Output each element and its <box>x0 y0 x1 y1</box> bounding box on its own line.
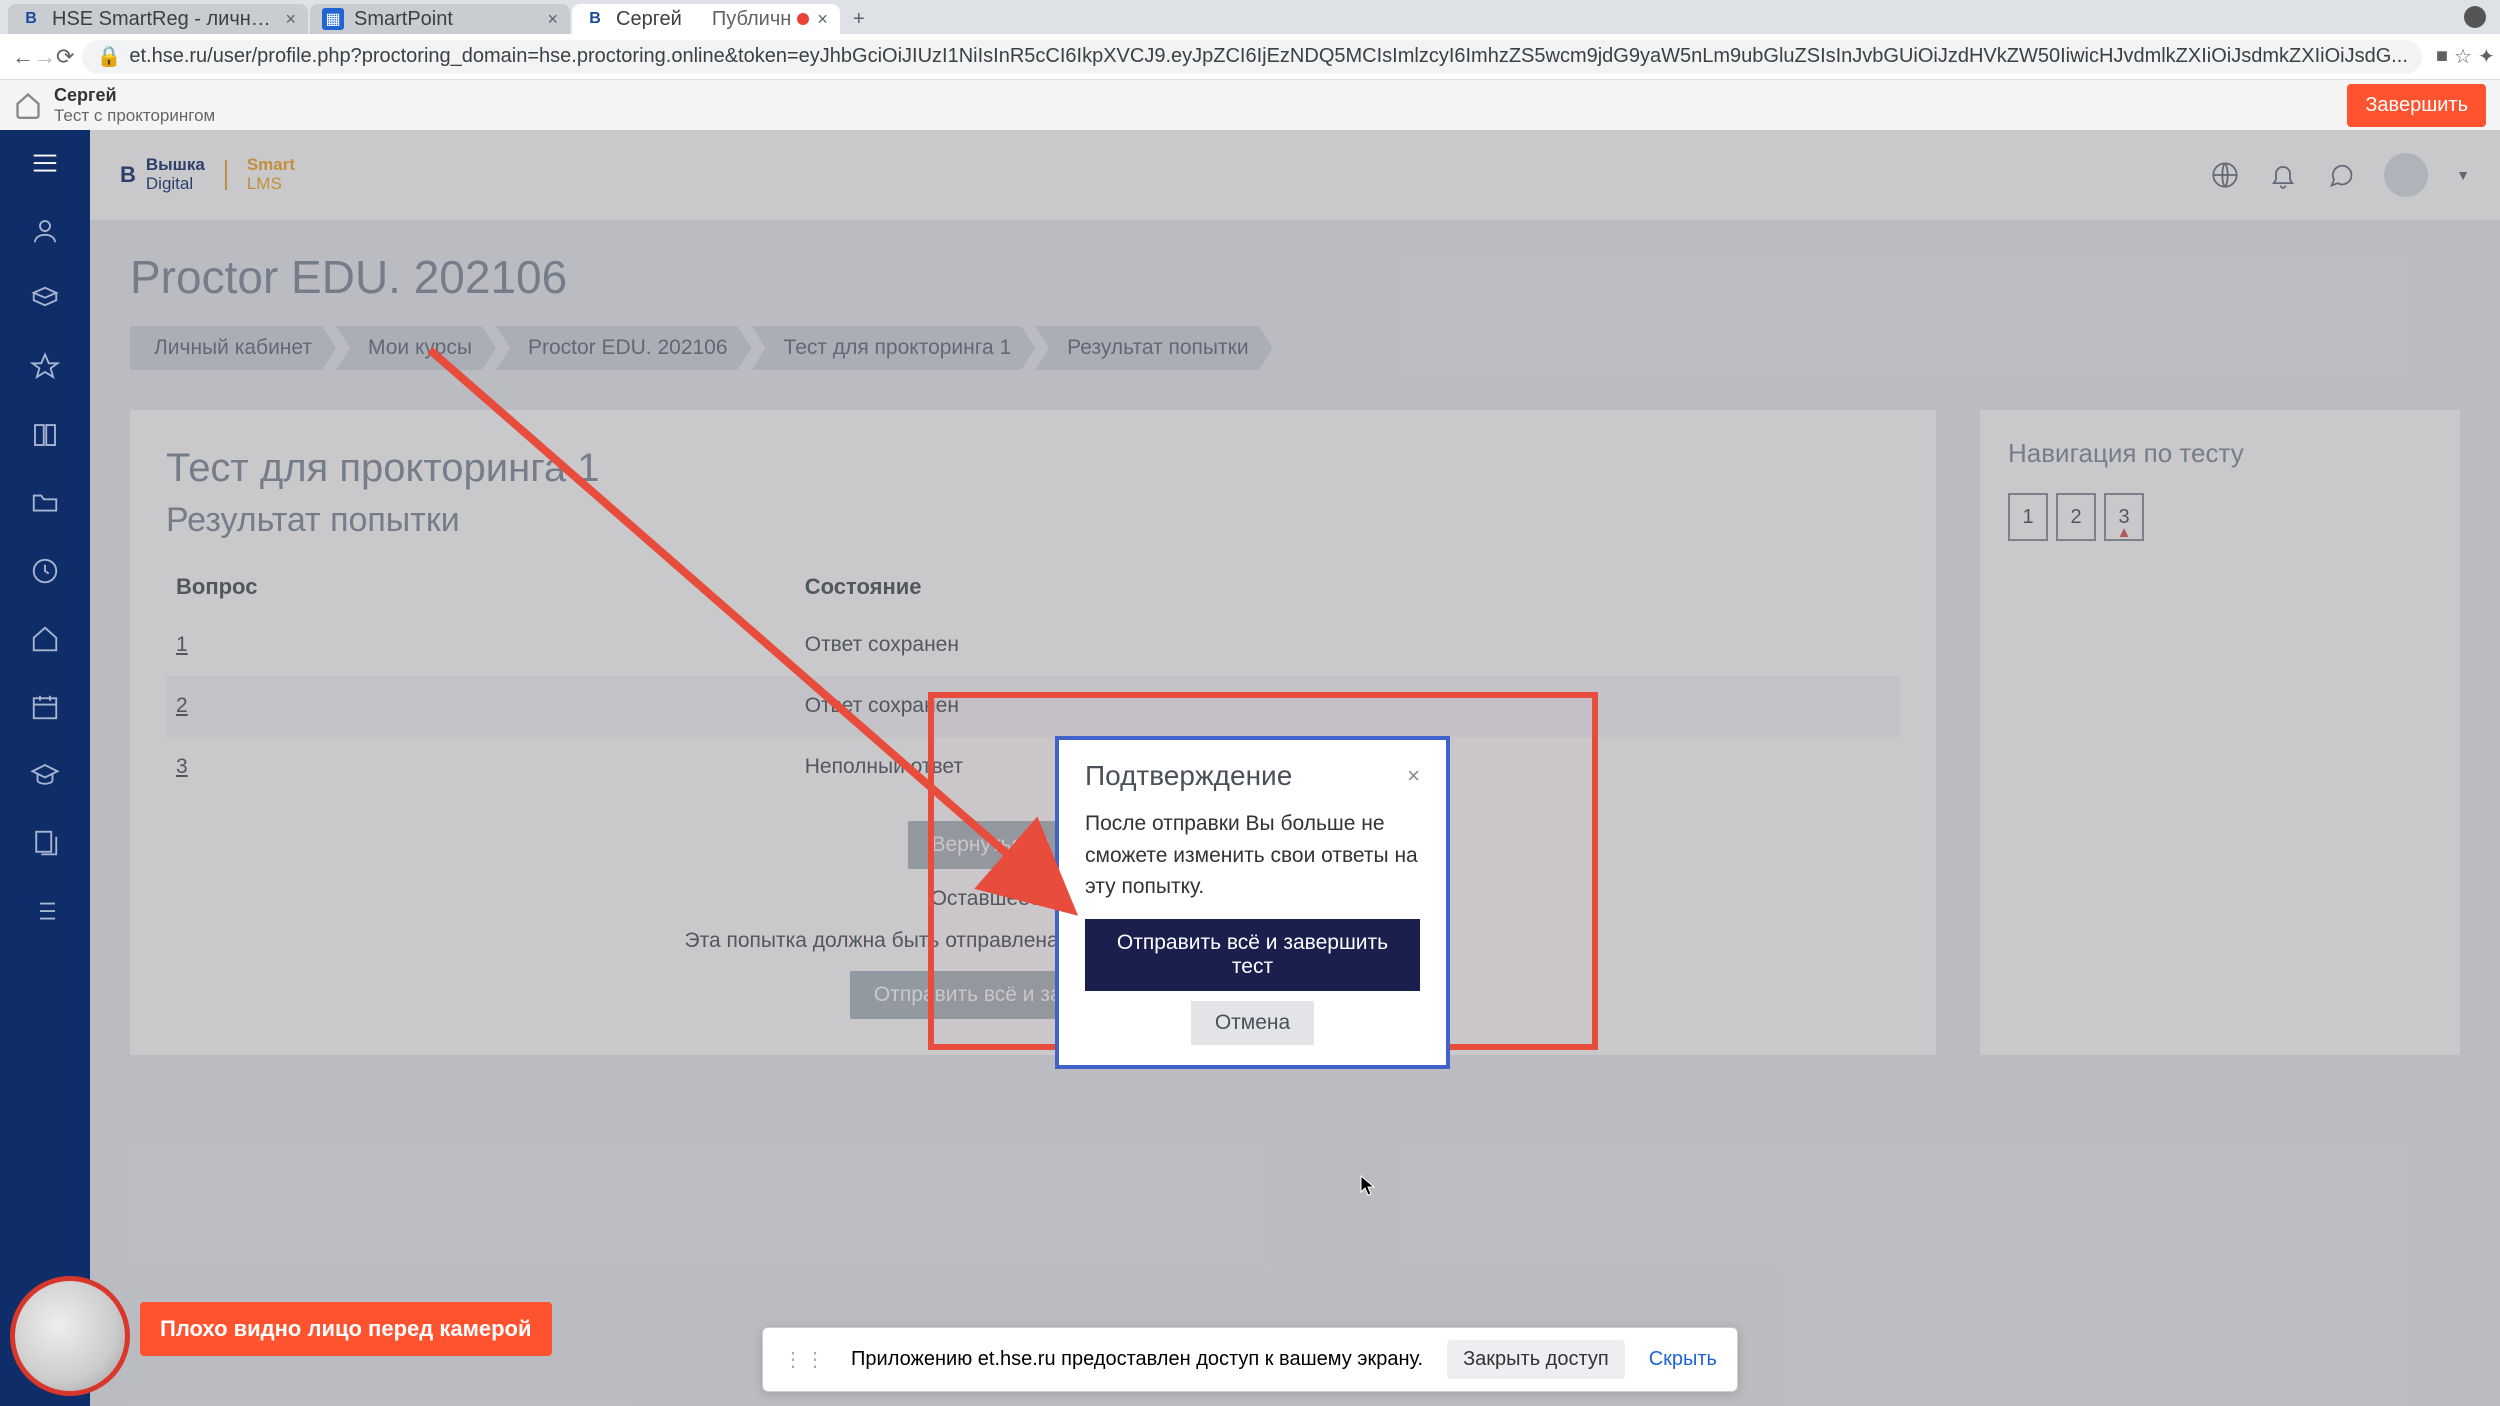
url-text: et.hse.ru/user/profile.php?proctoring_do… <box>129 45 2408 68</box>
lock-icon: 🔒 <box>96 44 121 69</box>
finish-exam-button[interactable]: Завершить <box>2347 84 2486 127</box>
face-detection-warning: Плохо видно лицо перед камерой <box>140 1302 552 1356</box>
webcam-preview[interactable] <box>10 1276 130 1396</box>
drag-handle-icon[interactable]: ⋮⋮ <box>783 1347 827 1372</box>
bookmark-star-icon[interactable]: ☆ <box>2454 42 2472 72</box>
mouse-cursor <box>1360 1175 1376 1197</box>
book-icon[interactable] <box>26 416 64 454</box>
home-nav-icon[interactable] <box>26 620 64 658</box>
browser-tab-1[interactable]: ▦ SmartPoint × <box>310 4 570 34</box>
browser-address-bar: ← → ⟳ 🔒 et.hse.ru/user/profile.php?proct… <box>0 34 2500 80</box>
url-input[interactable]: 🔒 et.hse.ru/user/profile.php?proctoring_… <box>82 40 2421 74</box>
tab-favicon: B <box>584 8 606 30</box>
tab-title: SmartPoint <box>354 8 539 31</box>
browser-profile-avatar[interactable] <box>2464 6 2486 28</box>
tab-subtitle: Публичн <box>712 8 791 31</box>
hide-share-button[interactable]: Скрыть <box>1649 1348 1717 1371</box>
dialog-cancel-button[interactable]: Отмена <box>1191 1001 1314 1045</box>
recording-icon <box>797 13 809 25</box>
graduation-icon[interactable] <box>26 756 64 794</box>
courses-icon[interactable] <box>26 280 64 318</box>
tab-title: Сергей <box>616 8 682 31</box>
new-tab-button[interactable]: + <box>842 4 876 34</box>
browser-tab-2[interactable]: B Сергей Публичн × <box>572 4 840 34</box>
screen-share-bar: ⋮⋮ Приложению et.hse.ru предоставлен дос… <box>762 1327 1738 1392</box>
dialog-title: Подтверждение <box>1085 760 1292 792</box>
star-icon[interactable] <box>26 348 64 386</box>
stop-share-button[interactable]: Закрыть доступ <box>1447 1340 1625 1379</box>
browser-tab-0[interactable]: B HSE SmartReg - личный каби × <box>8 4 308 34</box>
share-message: Приложению et.hse.ru предоставлен доступ… <box>851 1348 1423 1371</box>
camera-indicator-icon[interactable]: ■ <box>2436 42 2448 72</box>
tab-close-icon[interactable]: × <box>547 9 558 30</box>
tab-close-icon[interactable]: × <box>817 9 828 30</box>
list-icon[interactable] <box>26 892 64 930</box>
proctor-user-name: Сергей <box>54 85 215 106</box>
dialog-close-icon[interactable]: × <box>1407 763 1420 789</box>
calendar-icon[interactable] <box>26 688 64 726</box>
profile-icon[interactable] <box>26 212 64 250</box>
menu-toggle-icon[interactable] <box>26 144 64 182</box>
dialog-confirm-button[interactable]: Отправить всё и завершить тест <box>1085 919 1420 991</box>
home-icon[interactable] <box>14 91 42 119</box>
tab-close-icon[interactable]: × <box>285 9 296 30</box>
nav-back-button[interactable]: ← <box>12 39 34 75</box>
tab-title: HSE SmartReg - личный каби <box>52 8 277 31</box>
annotation-arrow <box>420 340 1100 930</box>
files-icon[interactable] <box>26 824 64 862</box>
proctor-exam-name: Тест с прокторингом <box>54 106 215 126</box>
proctor-user-info: Сергей Тест с прокторингом <box>54 85 215 126</box>
history-icon[interactable] <box>26 552 64 590</box>
nav-reload-button[interactable]: ⟳ <box>56 39 74 75</box>
lms-sidebar <box>0 130 90 1406</box>
proctoring-top-bar: Сергей Тест с прокторингом Завершить <box>0 80 2500 130</box>
extensions-icon[interactable]: ✦ <box>2478 42 2495 72</box>
tab-favicon: B <box>20 8 42 30</box>
nav-forward-button[interactable]: → <box>34 39 56 75</box>
confirm-dialog: Подтверждение × После отправки Вы больше… <box>1055 736 1450 1069</box>
folder-icon[interactable] <box>26 484 64 522</box>
dialog-body: После отправки Вы больше не сможете изме… <box>1059 802 1446 919</box>
tab-favicon: ▦ <box>322 8 344 30</box>
browser-tab-strip: B HSE SmartReg - личный каби × ▦ SmartPo… <box>0 0 2500 34</box>
